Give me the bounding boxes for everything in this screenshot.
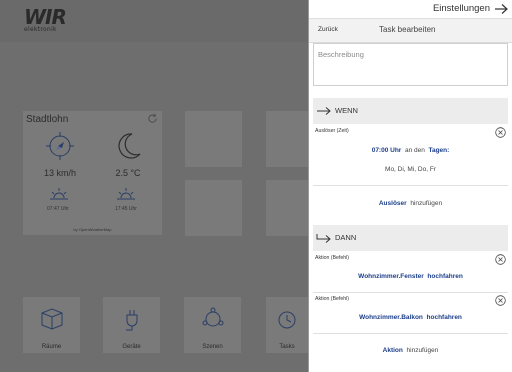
wenn-label: WENN — [335, 106, 358, 115]
trigger-caption: Auslöser (Zeit) — [315, 128, 349, 134]
remove-action-icon[interactable] — [495, 254, 506, 265]
add-trigger-link[interactable]: Auslöser — [379, 200, 407, 207]
action-command-link[interactable]: hochfahren — [427, 314, 462, 321]
remove-action-icon[interactable] — [495, 295, 506, 306]
tile-label: Tasks — [279, 344, 295, 350]
refresh-icon[interactable] — [147, 113, 158, 124]
action-row: Wohnzimmer.Fenster hochfahren — [313, 273, 508, 280]
sunset-icon — [117, 188, 135, 200]
add-action-link[interactable]: Aktion — [383, 347, 403, 354]
action-command-link[interactable]: hochfahren — [427, 273, 462, 280]
trigger-days-link[interactable]: Tagen: — [428, 147, 449, 154]
action-row: Wohnzimmer.Balkon hochfahren — [313, 314, 508, 321]
tile-szenen[interactable]: Szenen — [184, 297, 241, 353]
moon-icon — [118, 133, 141, 159]
task-title: Task bearbeiten — [379, 25, 436, 34]
plug-icon — [125, 310, 137, 331]
return-arrow-icon — [316, 234, 331, 243]
dashboard-tile[interactable] — [266, 111, 308, 167]
scene-icon — [202, 307, 223, 327]
description-input[interactable] — [314, 45, 507, 64]
task-icon — [278, 311, 296, 329]
tile-label: Szenen — [202, 344, 223, 350]
settings-panel: Einstellungen Zurück Task bearbeiten WEN… — [308, 0, 512, 372]
trigger-card[interactable]: Auslöser (Zeit) 07:00 Uhr an den Tagen: … — [313, 126, 508, 186]
background-app: WIR elektronik Stadtlohn 13 km/h 2.5 °C — [0, 0, 308, 372]
dashboard-tile[interactable] — [185, 111, 242, 167]
action-card[interactable]: Aktion (Befehl) Wohnzimmer.Fenster hochf… — [313, 253, 508, 293]
task-navbar: Zurück Task bearbeiten — [309, 19, 512, 43]
tile-raeume[interactable]: Räume — [23, 297, 80, 353]
panel-title: Einstellungen — [432, 3, 490, 14]
trigger-days: Mo, Di, Mi, Do, Fr — [385, 166, 436, 173]
temperature: 2.5 °C — [115, 168, 141, 178]
trigger-days-row: Mo, Di, Mi, Do, Fr — [313, 166, 508, 173]
weather-city: Stadtlohn — [26, 114, 69, 125]
weather-widget[interactable]: Stadtlohn 13 km/h 2.5 °C 07:47 Uhr 17:45… — [23, 111, 162, 235]
dashboard-tile[interactable] — [266, 180, 308, 236]
sunrise-icon — [50, 188, 68, 200]
sunset-time: 17:45 Uhr — [115, 206, 137, 212]
wenn-section-header: WENN — [313, 98, 508, 124]
trigger-time-row: 07:00 Uhr an den Tagen: — [313, 147, 508, 154]
back-button[interactable]: Zurück — [318, 26, 338, 33]
dann-label: DANN — [335, 233, 357, 242]
wir-logo: WIR elektronik — [24, 7, 70, 33]
tile-label: Geräte — [122, 344, 141, 350]
tile-label: Räume — [41, 344, 62, 350]
trigger-connector: an den — [404, 147, 425, 154]
wind-compass-icon — [46, 132, 74, 160]
dashboard-tile[interactable] — [185, 180, 242, 236]
logo-main-text: WIR — [24, 5, 67, 29]
action-target-link[interactable]: Wohnzimmer.Balkon — [359, 314, 423, 321]
action-card[interactable]: Aktion (Befehl) Wohnzimmer.Balkon hochfa… — [313, 294, 508, 334]
add-action-row: Aktion hinzufügen — [313, 347, 508, 354]
weather-credit: by OpenWeatherMap — [73, 227, 112, 232]
add-action-text: hinzufügen — [406, 347, 439, 354]
description-box[interactable] — [313, 43, 508, 86]
panel-header: Einstellungen — [309, 0, 512, 19]
sunrise-time: 07:47 Uhr — [47, 206, 69, 212]
trigger-time-link[interactable]: 07:00 Uhr — [372, 147, 402, 154]
app-header: WIR elektronik — [0, 0, 308, 42]
dann-section-header: DANN — [313, 225, 508, 251]
tile-tasks[interactable]: Tasks — [266, 297, 308, 353]
action-caption: Aktion (Befehl) — [315, 296, 350, 302]
add-trigger-text: hinzufügen — [410, 200, 443, 207]
wind-speed: 13 km/h — [43, 168, 76, 178]
remove-trigger-icon[interactable] — [495, 127, 506, 138]
tile-geraete[interactable]: Geräte — [103, 297, 160, 353]
close-panel-arrow-icon[interactable] — [494, 3, 509, 15]
cube-icon — [41, 308, 62, 330]
add-trigger-row: Auslöser hinzufügen — [313, 200, 508, 207]
action-caption: Aktion (Befehl) — [315, 255, 350, 261]
action-target-link[interactable]: Wohnzimmer.Fenster — [358, 273, 424, 280]
right-arrow-icon — [317, 107, 331, 115]
